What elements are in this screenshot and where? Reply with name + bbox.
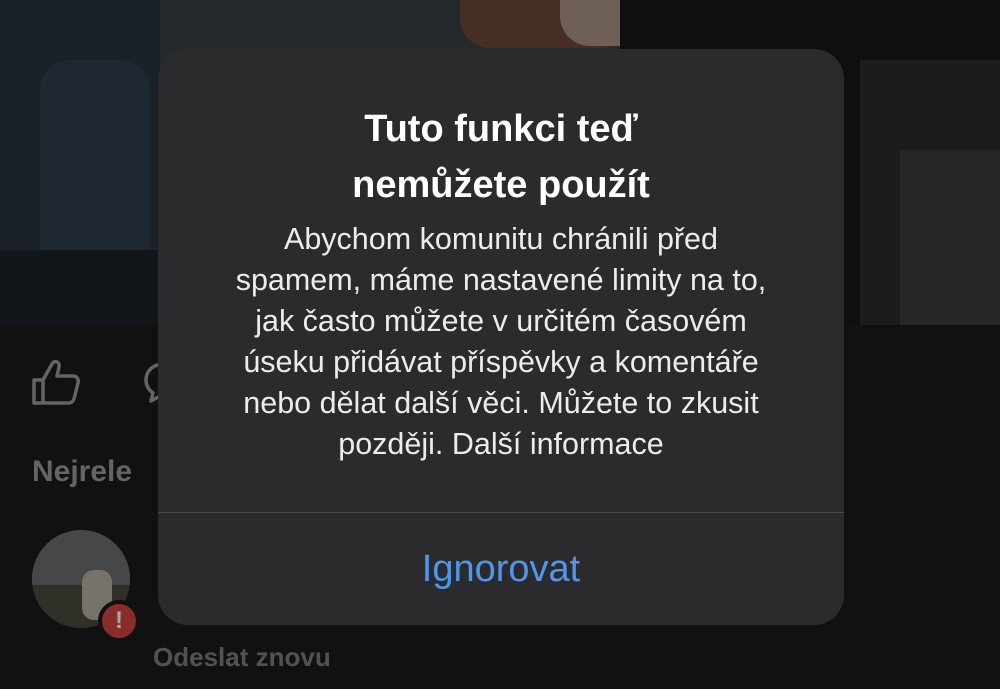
alert-message-line: jak často můžete v určitém časovém (255, 304, 747, 338)
alert-title-line: nemůžete použít (352, 164, 650, 206)
alert-title: Tuto funkci teď nemůžete použít (198, 101, 804, 213)
alert-message-line[interactable]: později. Další informace (198, 424, 804, 465)
alert-message: Abychom komunitu chránili před spamem, m… (198, 219, 804, 465)
ignore-button[interactable]: Ignorovat (158, 513, 844, 625)
alert-message-line: Abychom komunitu chránili před (284, 222, 718, 256)
alert-title-line: Tuto funkci teď (364, 108, 638, 150)
alert-message-line: spamem, máme nastavené limity na to, (235, 263, 767, 297)
alert-message-line: úseku přidávat příspěvky a komentáře (243, 345, 759, 379)
alert-dialog: Tuto funkci teď nemůžete použít Abychom … (158, 49, 844, 625)
alert-message-line: nebo dělat další věci. Můžete to zkusit (243, 386, 759, 420)
